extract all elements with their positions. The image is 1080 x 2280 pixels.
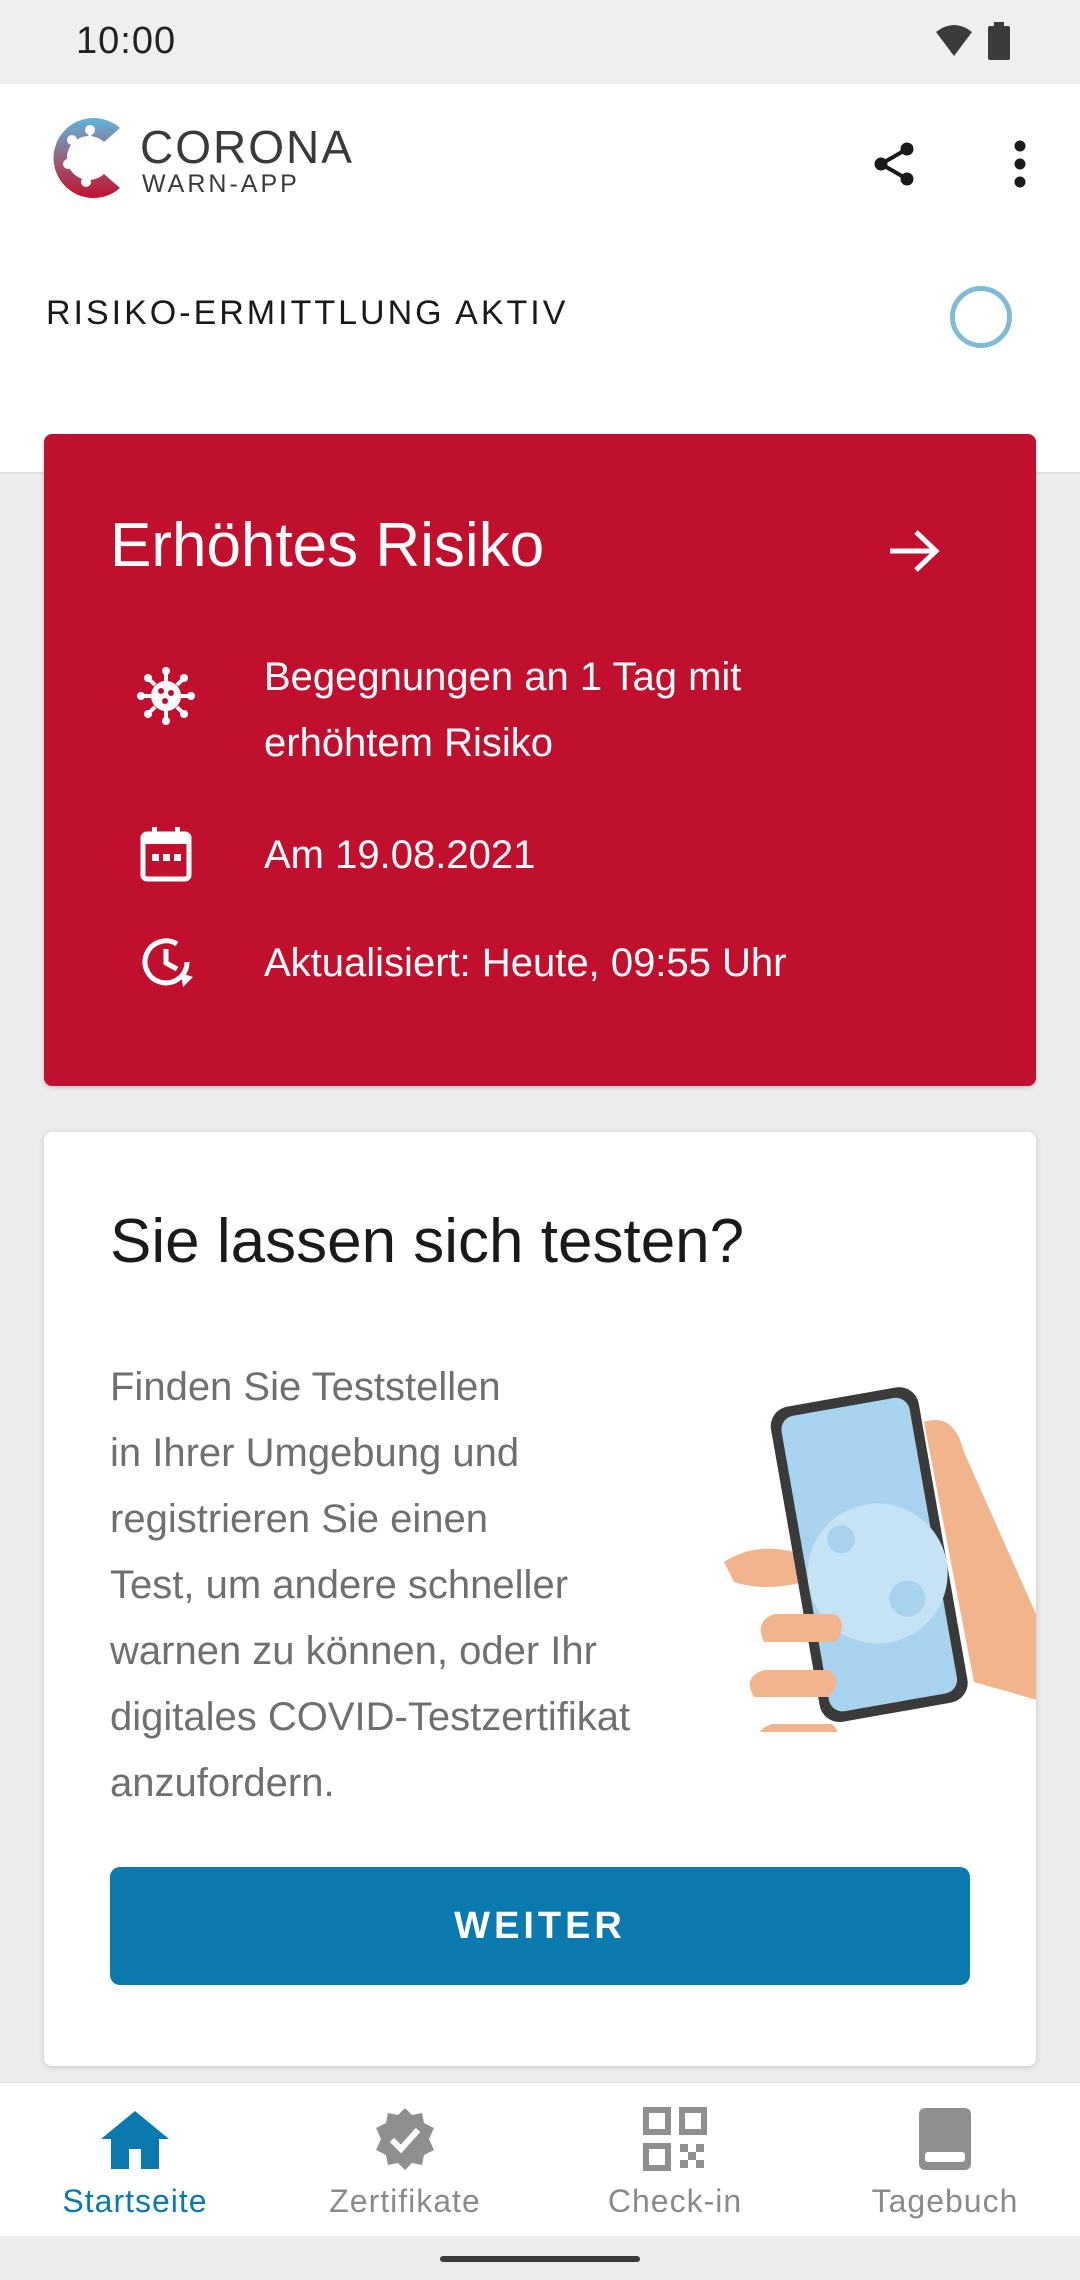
test-description-line: anzufordern. xyxy=(110,1761,335,1805)
risk-title: Erhöhtes Risiko xyxy=(110,511,545,580)
tracing-indicator xyxy=(950,286,1012,348)
qr-code-icon xyxy=(643,2107,707,2171)
nav-label: Zertifikate xyxy=(329,2183,481,2219)
share-icon xyxy=(874,142,914,186)
update-clock-icon xyxy=(142,938,193,987)
risk-updated: Aktualisiert: Heute, 09:55 Uhr xyxy=(264,941,787,985)
battery-icon xyxy=(988,22,1010,60)
test-description-line: in Ihrer Umgebung und xyxy=(110,1431,520,1475)
test-description-line: digitales COVID-Testzertifikat xyxy=(110,1695,631,1739)
nav-label: Tagebuch xyxy=(871,2183,1019,2219)
calendar-icon xyxy=(140,827,192,882)
encounters-line-1: Begegnungen an 1 Tag mit xyxy=(264,655,742,699)
test-description-line: registrieren Sie einen xyxy=(110,1497,488,1541)
status-bar: 10:00 xyxy=(0,0,1080,84)
nav-item-zertifikate[interactable]: Zertifikate xyxy=(270,2083,540,2237)
nav-label: Check-in xyxy=(607,2183,743,2219)
test-description-line: Test, um andere schneller xyxy=(110,1563,569,1607)
encounters-text: Begegnungen an 1 Tag mit erhöhtem Risiko xyxy=(264,644,964,776)
test-title: Sie lassen sich testen? xyxy=(110,1207,745,1276)
home-icon xyxy=(101,2111,169,2169)
nav-label: Startseite xyxy=(62,2183,208,2219)
risk-card[interactable]: Erhöhtes Risiko Begegnungen an 1 Tag mit… xyxy=(44,434,1036,1086)
more-vert-icon xyxy=(1014,140,1026,188)
nav-item-tagebuch[interactable]: Tagebuch xyxy=(810,2083,1080,2237)
virus-icon xyxy=(137,667,195,725)
test-description-line: Finden Sie Teststellen xyxy=(110,1365,501,1409)
app-logo-icon xyxy=(53,118,120,198)
status-time: 10:00 xyxy=(76,20,177,62)
encounters-line-2: erhöhtem Risiko xyxy=(264,721,554,765)
certificate-badge-icon xyxy=(376,2108,434,2170)
wifi-icon xyxy=(936,25,972,56)
gesture-navigation-bar[interactable] xyxy=(440,2256,640,2262)
risk-date: Am 19.08.2021 xyxy=(264,833,536,877)
more-options-button[interactable] xyxy=(990,134,1050,194)
phone-in-hand-illustration xyxy=(724,1387,1036,1732)
tracing-status-label[interactable]: RISIKO-ERMITTLUNG AKTIV xyxy=(46,294,568,333)
bottom-navigation: Startseite Zertifikate Check-in Tagebuch xyxy=(0,2082,1080,2236)
brand-name: CORONA xyxy=(140,121,354,173)
diary-book-icon xyxy=(919,2108,971,2170)
brand-subtitle: WARN-APP xyxy=(142,170,300,198)
weiter-button[interactable]: WEITER xyxy=(110,1867,970,1985)
test-description: Finden Sie Teststellen in Ihrer Umgebung… xyxy=(110,1354,710,1816)
app-header: CORONA WARN-APP RISIKO-ERMITTLUNG AKTIV xyxy=(0,84,1080,474)
nav-item-startseite[interactable]: Startseite xyxy=(0,2083,270,2237)
test-description-line: warnen zu können, oder Ihr xyxy=(110,1629,597,1673)
arrow-right-icon xyxy=(890,530,940,572)
share-button[interactable] xyxy=(864,134,924,194)
test-card: Sie lassen sich testen? Finden Sie Tests… xyxy=(44,1132,1036,2066)
nav-item-check-in[interactable]: Check-in xyxy=(540,2083,810,2237)
